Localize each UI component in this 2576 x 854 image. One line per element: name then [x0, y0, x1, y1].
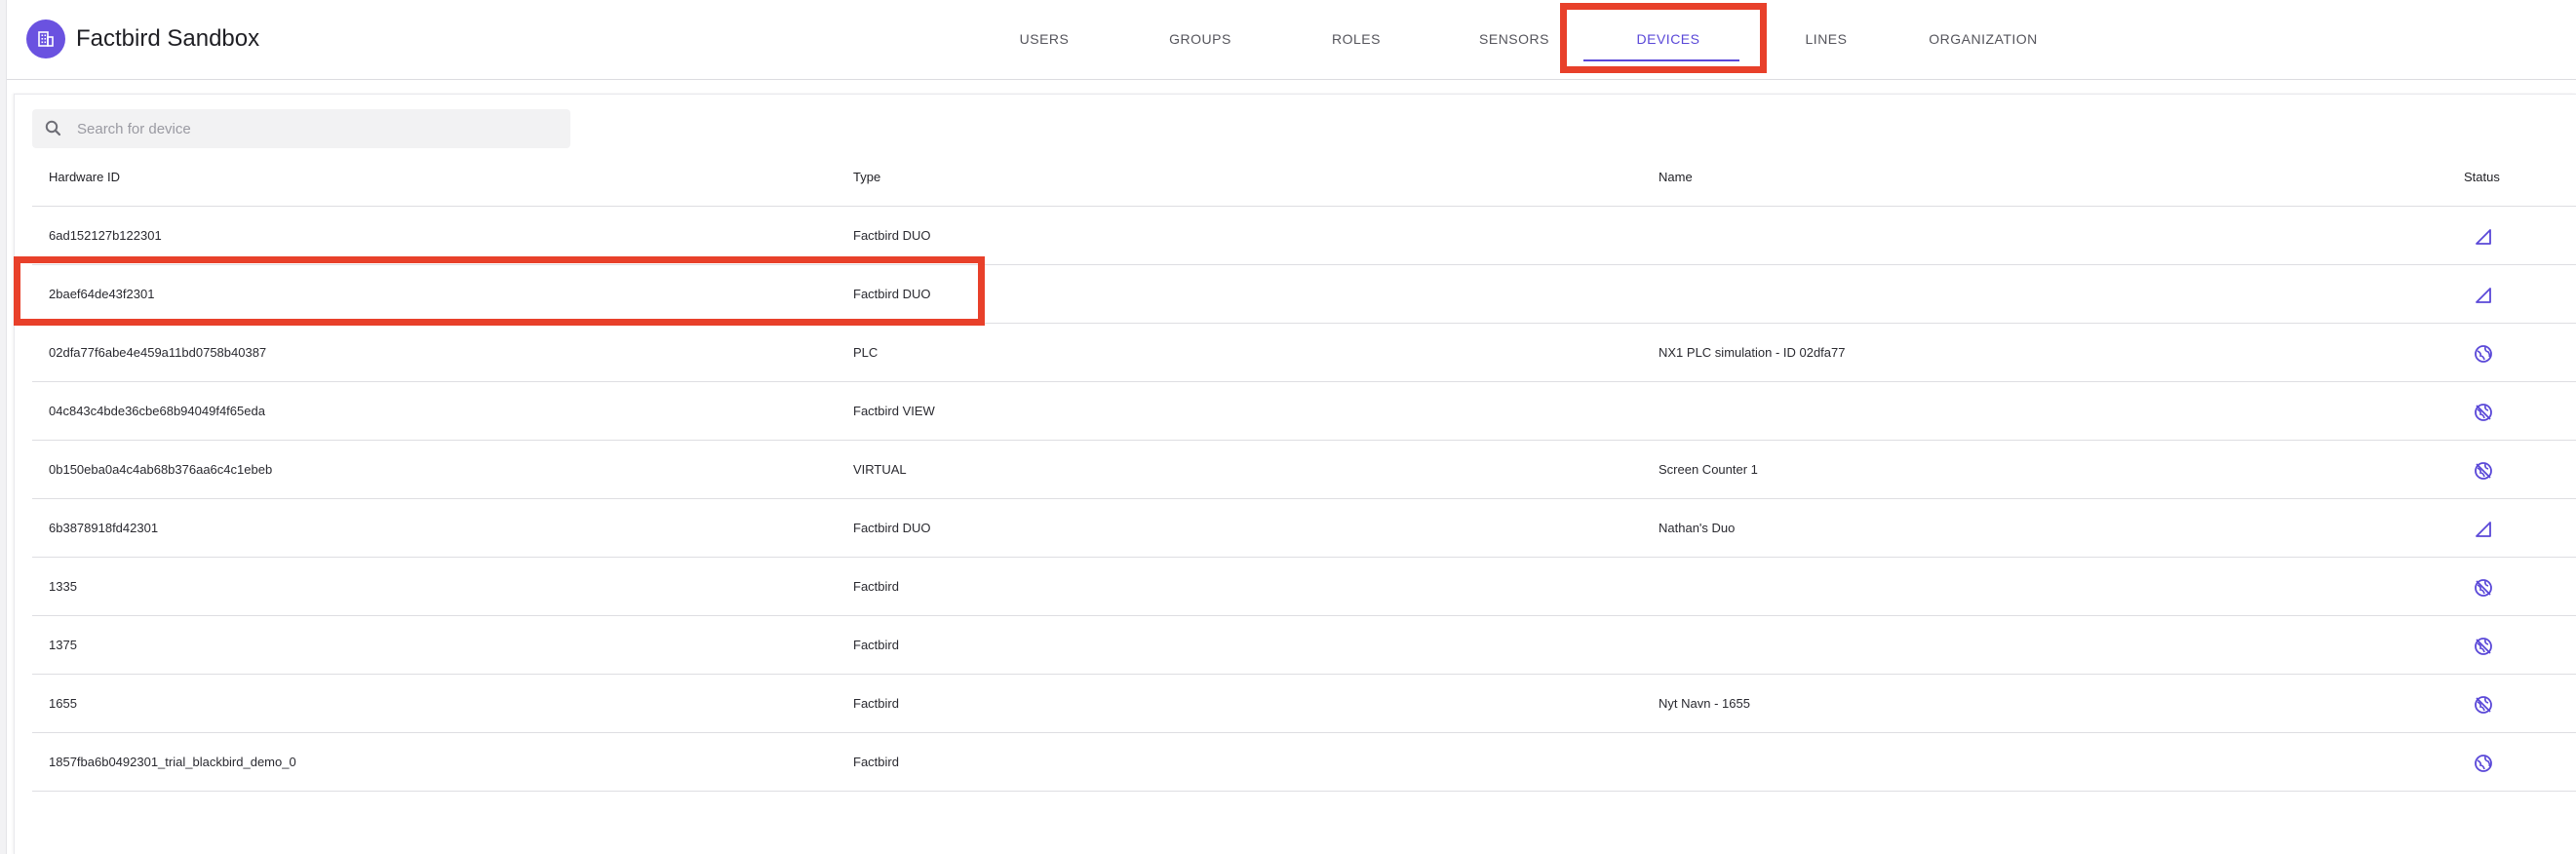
- left-edge: [0, 0, 7, 854]
- type-cell: Factbird: [853, 638, 899, 652]
- table-row[interactable]: 0b150eba0a4c4ab68b376aa6c4c1ebeb VIRTUAL…: [32, 441, 2576, 499]
- hardware-id-cell: 0b150eba0a4c4ab68b376aa6c4c1ebeb: [49, 462, 273, 477]
- status-cell: [2473, 519, 2494, 540]
- signal-icon: [2476, 229, 2491, 245]
- hardware-id-cell: 1857fba6b0492301_trial_blackbird_demo_0: [49, 755, 296, 769]
- hardware-id-cell: 1375: [49, 638, 77, 652]
- tab-lines[interactable]: LINES: [1795, 27, 1857, 51]
- signal-icon: [2476, 288, 2491, 303]
- hardware-id-cell: 02dfa77f6abe4e459a11bd0758b40387: [49, 345, 267, 360]
- status-cell: [2473, 694, 2494, 716]
- top-header: Factbird Sandbox USERS GROUPS ROLES SENS…: [7, 0, 2576, 80]
- name-cell: Nathan's Duo: [1659, 521, 1736, 535]
- signal-icon: [2476, 522, 2491, 537]
- type-cell: Factbird: [853, 579, 899, 594]
- app-title: Factbird Sandbox: [76, 25, 260, 52]
- table-row[interactable]: 04c843c4bde36cbe68b94049f4f65eda Factbir…: [32, 382, 2576, 441]
- globe-icon: [2475, 755, 2492, 772]
- app-window: Factbird Sandbox USERS GROUPS ROLES SENS…: [0, 0, 2576, 854]
- building-icon: [38, 31, 54, 47]
- status-cell: [2473, 460, 2494, 482]
- highlight-devices-tab: [1560, 3, 1767, 73]
- search-icon: [45, 120, 61, 136]
- status-cell: [2473, 285, 2494, 306]
- name-cell: Screen Counter 1: [1659, 462, 1758, 477]
- hardware-id-cell: 1335: [49, 579, 77, 594]
- tab-roles[interactable]: ROLES: [1322, 27, 1390, 51]
- globe-off-icon: [2475, 579, 2492, 597]
- hardware-id-cell: 6b3878918fd42301: [49, 521, 159, 535]
- hardware-id-cell: 04c843c4bde36cbe68b94049f4f65eda: [49, 404, 265, 418]
- search-box[interactable]: [32, 109, 570, 148]
- type-cell: Factbird DUO: [853, 521, 931, 535]
- globe-off-icon: [2475, 696, 2492, 714]
- table-header-row: [32, 148, 2576, 207]
- status-cell: [2473, 577, 2494, 599]
- table-row[interactable]: 1655 Factbird Nyt Navn - 1655: [32, 675, 2576, 733]
- table-row[interactable]: 1375 Factbird: [32, 616, 2576, 675]
- hardware-id-cell: 1655: [49, 696, 77, 711]
- type-cell: Factbird: [853, 755, 899, 769]
- globe-off-icon: [2475, 638, 2492, 655]
- type-cell: VIRTUAL: [853, 462, 907, 477]
- organization-logo[interactable]: [26, 19, 65, 58]
- search-input[interactable]: [77, 120, 545, 137]
- table-row[interactable]: 1335 Factbird: [32, 558, 2576, 616]
- tab-organization[interactable]: ORGANIZATION: [1925, 27, 2042, 51]
- highlight-device-row: [14, 256, 985, 326]
- name-cell: Nyt Navn - 1655: [1659, 696, 1750, 711]
- globe-icon: [2475, 345, 2492, 363]
- tab-sensors[interactable]: SENSORS: [1471, 27, 1557, 51]
- status-cell: [2473, 636, 2494, 657]
- table-row[interactable]: 1857fba6b0492301_trial_blackbird_demo_0 …: [32, 733, 2576, 792]
- globe-off-icon: [2475, 404, 2492, 421]
- name-cell: NX1 PLC simulation - ID 02dfa77: [1659, 345, 1846, 360]
- status-cell: [2473, 226, 2494, 248]
- table-row[interactable]: 02dfa77f6abe4e459a11bd0758b40387 PLC NX1…: [32, 324, 2576, 382]
- status-cell: [2473, 343, 2494, 365]
- tab-groups[interactable]: GROUPS: [1160, 27, 1240, 51]
- type-cell: Factbird: [853, 696, 899, 711]
- type-cell: Factbird VIEW: [853, 404, 935, 418]
- status-cell: [2473, 753, 2494, 774]
- table-row[interactable]: 6b3878918fd42301 Factbird DUO Nathan's D…: [32, 499, 2576, 558]
- tab-users[interactable]: USERS: [1008, 27, 1080, 51]
- status-cell: [2473, 402, 2494, 423]
- globe-off-icon: [2475, 462, 2492, 480]
- type-cell: PLC: [853, 345, 878, 360]
